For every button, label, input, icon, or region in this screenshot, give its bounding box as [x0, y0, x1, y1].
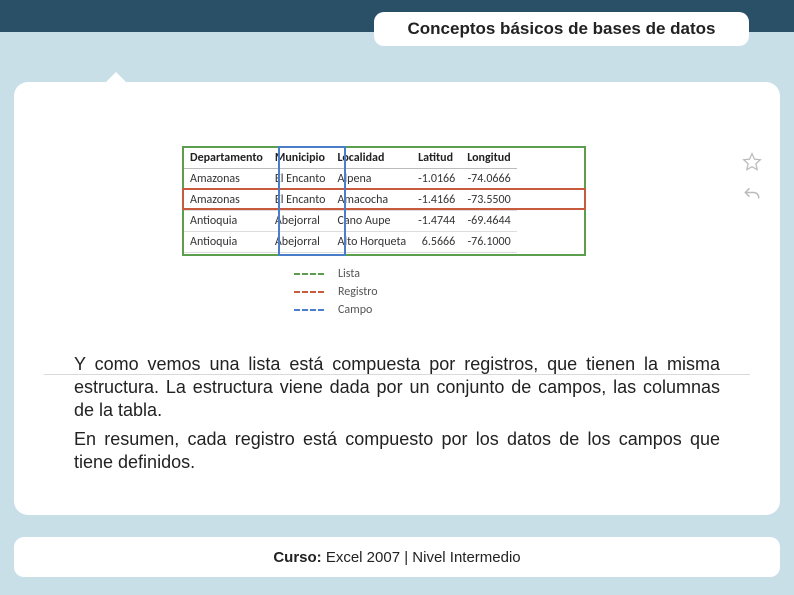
divider — [44, 374, 750, 375]
table-row: Antioquia Abejorral Cano Aupe -1.4744 -6… — [184, 211, 517, 232]
paragraph-1: Y como vemos una lista está compuesta po… — [74, 353, 720, 422]
th-departamento: Departamento — [184, 148, 269, 169]
dash-green-icon — [294, 273, 324, 275]
legend-label: Lista — [338, 267, 360, 281]
star-icon[interactable] — [742, 152, 762, 177]
page-title: Conceptos básicos de bases de datos — [408, 19, 716, 39]
table-wrap: Departamento Municipio Localidad Latitud… — [184, 148, 594, 253]
dash-blue-icon — [294, 309, 324, 311]
title-box: Conceptos básicos de bases de datos — [374, 12, 749, 46]
legend-row-registro: Registro — [294, 283, 720, 301]
data-table: Departamento Municipio Localidad Latitud… — [184, 148, 517, 253]
th-longitud: Longitud — [461, 148, 516, 169]
table-row: Amazonas El Encanto Alpena -1.0166 -74.0… — [184, 169, 517, 190]
paragraph-2: En resumen, cada registro está compuesto… — [74, 428, 720, 474]
th-latitud: Latitud — [412, 148, 461, 169]
footer-value: Excel 2007 | Nivel Intermedio — [326, 549, 521, 566]
th-localidad: Localidad — [331, 148, 412, 169]
legend: Lista Registro Campo — [294, 265, 720, 319]
footer-label: Curso: — [273, 549, 326, 566]
undo-icon[interactable] — [742, 185, 762, 210]
legend-label: Campo — [338, 303, 372, 317]
table-row: Amazonas El Encanto Amacocha -1.4166 -73… — [184, 190, 517, 211]
th-municipio: Municipio — [269, 148, 332, 169]
dash-orange-icon — [294, 291, 324, 293]
table-row: Antioquia Abejorral Alto Horqueta 6.5666… — [184, 232, 517, 253]
legend-label: Registro — [338, 285, 378, 299]
main-card: Departamento Municipio Localidad Latitud… — [14, 82, 780, 515]
table-header-row: Departamento Municipio Localidad Latitud… — [184, 148, 517, 169]
body-text: Y como vemos una lista está compuesta po… — [74, 353, 720, 474]
legend-row-campo: Campo — [294, 301, 720, 319]
legend-row-lista: Lista — [294, 265, 720, 283]
side-icons — [742, 152, 762, 210]
footer-box: Curso: Excel 2007 | Nivel Intermedio — [14, 537, 780, 577]
